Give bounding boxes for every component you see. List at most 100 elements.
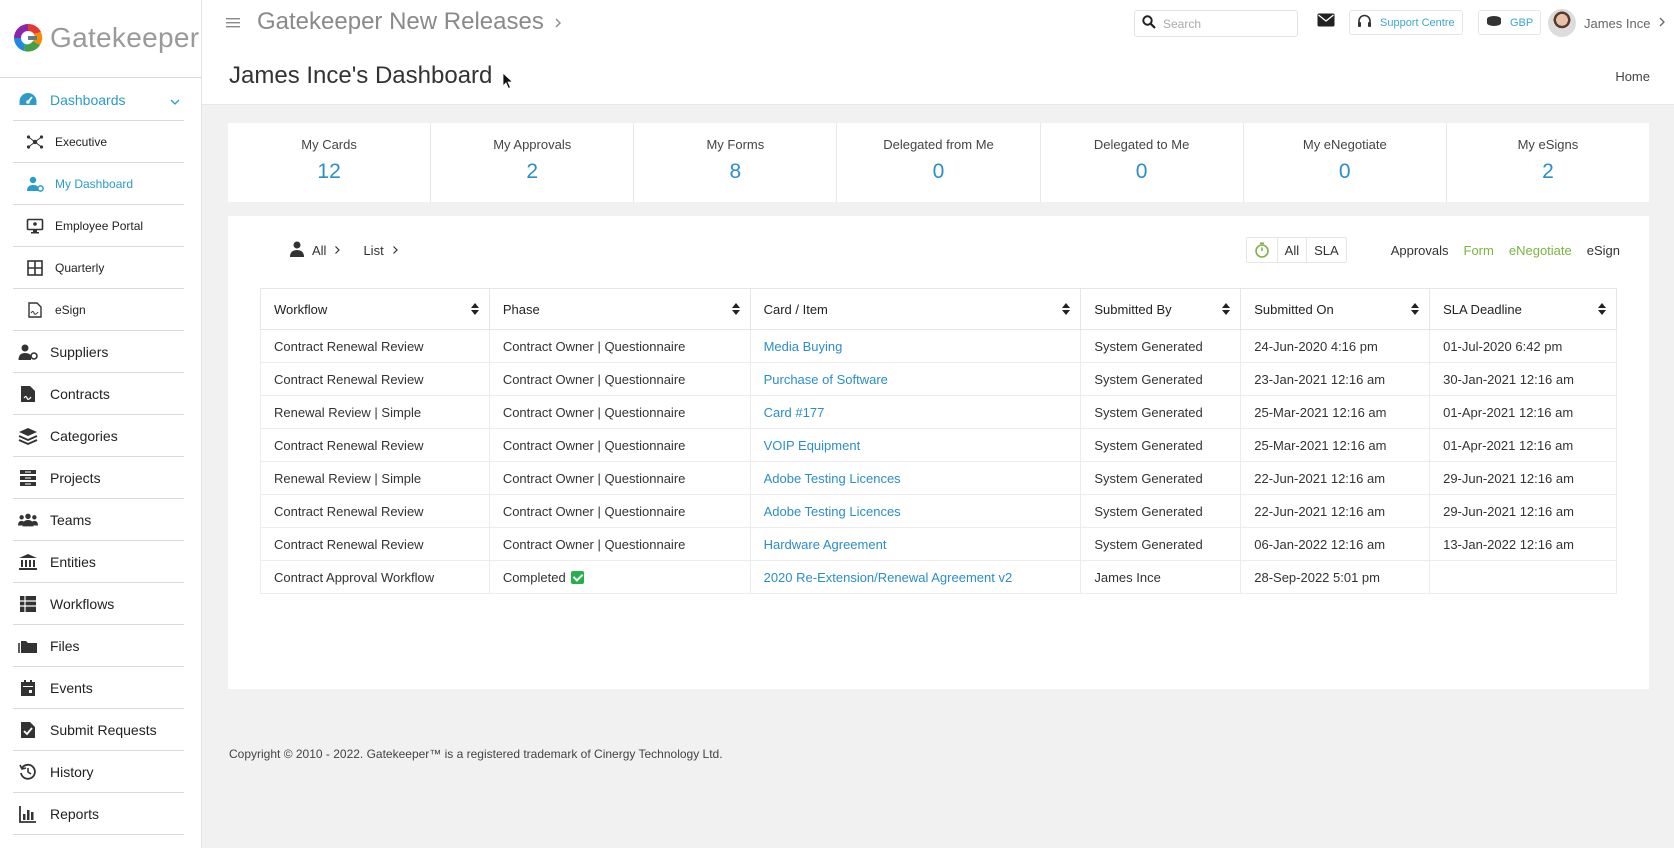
filter-esign[interactable]: eSign (1587, 243, 1620, 258)
filter-form[interactable]: Form (1464, 243, 1494, 258)
view-mode-label: List (363, 243, 384, 258)
card-item-link[interactable]: Media Buying (764, 339, 843, 354)
card-item-link[interactable]: Purchase of Software (764, 372, 888, 387)
contract-icon (18, 384, 38, 404)
stat-label: Delegated from Me (883, 137, 994, 152)
card-item-link[interactable]: Hardware Agreement (764, 537, 887, 552)
mail-icon[interactable] (1317, 13, 1337, 31)
hamburger-menu-icon[interactable] (224, 14, 242, 30)
cell-workflow: Contract Renewal Review (260, 329, 490, 363)
cell-sla-deadline: 01-Apr-2021 12:16 am (1429, 428, 1617, 462)
sidebar-item-categories[interactable]: Categories (13, 415, 184, 457)
sidebar-item-contracts[interactable]: Contracts (13, 373, 184, 415)
cell-submitted-by: System Generated (1080, 527, 1242, 561)
table-header-row: Workflow Phase Card / Item Submitted By … (260, 288, 1617, 330)
table-row[interactable]: Renewal Review | Simple Contract Owner | … (260, 461, 1617, 495)
sidebar-item-files[interactable]: Files (13, 625, 184, 667)
cell-text: System Generated (1094, 404, 1203, 420)
cell-text: Contract Approval Workflow (274, 569, 435, 585)
sidebar-item-history[interactable]: History (13, 751, 184, 793)
column-header-submitted-on[interactable]: Submitted On (1240, 288, 1431, 330)
sla-only-toggle[interactable]: SLA (1306, 238, 1346, 262)
table-row[interactable]: Contract Approval Workflow Completed 2020… (260, 560, 1617, 594)
sidebar-item-reports[interactable]: Reports (13, 793, 184, 835)
sidebar-item-label: History (50, 763, 94, 780)
stat-delegated-from-me[interactable]: Delegated from Me 0 (837, 123, 1041, 202)
stat-my-enegotiate[interactable]: My eNegotiate 0 (1244, 123, 1447, 202)
search-input[interactable] (1163, 16, 1283, 31)
card-item-link[interactable]: Adobe Testing Licences (764, 471, 901, 486)
table-row[interactable]: Contract Renewal Review Contract Owner | … (260, 362, 1617, 396)
table-row[interactable]: Contract Renewal Review Contract Owner | … (260, 329, 1617, 363)
top-header: Gatekeeper New Releases James Ince's Das… (202, 0, 1674, 105)
stat-my-forms[interactable]: My Forms 8 (634, 123, 838, 202)
column-header-card-item[interactable]: Card / Item (749, 288, 1082, 330)
cell-text: Renewal Review | Simple (274, 470, 422, 486)
filter-enegotiate[interactable]: eNegotiate (1509, 243, 1572, 258)
cell-text: Contract Renewal Review (274, 536, 424, 552)
brand-logo[interactable]: Gatekeeper (12, 18, 202, 58)
support-centre-button[interactable]: Support Centre (1349, 10, 1463, 35)
column-header-workflow[interactable]: Workflow (260, 288, 490, 330)
sidebar-item-events[interactable]: Events (13, 667, 184, 709)
card-item-link[interactable]: VOIP Equipment (764, 438, 861, 453)
column-header-label: Card / Item (763, 301, 828, 317)
sidebar-subitem-my-dashboard[interactable]: My Dashboard (13, 163, 184, 205)
sidebar-item-suppliers[interactable]: Suppliers (13, 331, 184, 373)
sidebar-item-entities[interactable]: Entities (13, 541, 184, 583)
filter-approvals[interactable]: Approvals (1391, 243, 1449, 258)
column-header-submitted-by[interactable]: Submitted By (1080, 288, 1242, 330)
workflow-table-body: Contract Renewal Review Contract Owner | … (260, 329, 1617, 594)
card-item-link[interactable]: Card #177 (764, 405, 825, 420)
stat-my-cards[interactable]: My Cards 12 (228, 123, 432, 202)
sla-all-toggle[interactable]: All (1276, 238, 1306, 262)
scope-filter[interactable]: All (290, 241, 341, 260)
coins-icon (1486, 15, 1502, 30)
sidebar-item-teams[interactable]: Teams (13, 499, 184, 541)
cell-phase: Contract Owner | Questionnaire (488, 461, 751, 495)
app-title[interactable]: Gatekeeper New Releases (257, 8, 562, 36)
cell-text: Completed (502, 569, 566, 585)
sidebar-subitem-esign[interactable]: eSign (13, 289, 184, 331)
user-menu[interactable]: James Ince (1548, 9, 1666, 37)
sidebar-subitem-quarterly[interactable]: Quarterly (13, 247, 184, 289)
cell-card-item: Purchase of Software (749, 362, 1082, 396)
timer-icon[interactable] (1247, 238, 1277, 262)
stat-delegated-to-me[interactable]: Delegated to Me 0 (1041, 123, 1244, 202)
cell-submitted-on: 25-Mar-2021 12:16 am (1240, 395, 1431, 429)
sidebar-item-projects[interactable]: Projects (13, 457, 184, 499)
table-row[interactable]: Renewal Review | Simple Contract Owner | … (260, 395, 1617, 429)
cell-submitted-by: System Generated (1080, 494, 1242, 528)
currency-button[interactable]: GBP (1478, 10, 1542, 35)
sidebar-subitem-executive[interactable]: Executive (13, 121, 184, 163)
search-icon (1142, 15, 1156, 32)
view-mode-filter[interactable]: List (363, 243, 398, 258)
cell-text: Contract Renewal Review (274, 437, 424, 453)
sidebar-item-dashboards[interactable]: Dashboards (13, 79, 184, 121)
table-row[interactable]: Contract Renewal Review Contract Owner | … (260, 494, 1617, 528)
table-row[interactable]: Contract Renewal Review Contract Owner | … (260, 527, 1617, 561)
column-header-phase[interactable]: Phase (488, 288, 751, 330)
breadcrumb-home-link[interactable]: Home (1615, 69, 1650, 84)
search-box[interactable] (1134, 10, 1298, 37)
page-title: James Ince's Dashboard (229, 62, 493, 89)
sidebar-item-workflows[interactable]: Workflows (13, 583, 184, 625)
sla-toggle-group: All SLA (1245, 237, 1347, 263)
cell-phase: Contract Owner | Questionnaire (488, 329, 751, 363)
cell-sla-deadline (1429, 560, 1617, 594)
layers-icon (18, 426, 38, 446)
column-header-sla-deadline[interactable]: SLA Deadline (1429, 288, 1617, 330)
stat-value: 0 (932, 160, 945, 183)
teams-icon (18, 510, 38, 530)
card-item-link[interactable]: Adobe Testing Licences (764, 504, 901, 519)
workflow-icon (18, 594, 38, 614)
table-row[interactable]: Contract Renewal Review Contract Owner | … (260, 428, 1617, 462)
sidebar-subitem-employee-portal[interactable]: Employee Portal (13, 205, 184, 247)
stat-my-esigns[interactable]: My eSigns 2 (1447, 123, 1649, 202)
stat-my-approvals[interactable]: My Approvals 2 (431, 123, 635, 202)
sidebar-item-submit-requests[interactable]: Submit Requests (13, 709, 184, 751)
signature-icon (25, 300, 45, 320)
cell-phase: Contract Owner | Questionnaire (488, 428, 751, 462)
card-item-link[interactable]: 2020 Re-Extension/Renewal Agreement v2 (764, 570, 1013, 585)
projects-icon (18, 468, 38, 488)
